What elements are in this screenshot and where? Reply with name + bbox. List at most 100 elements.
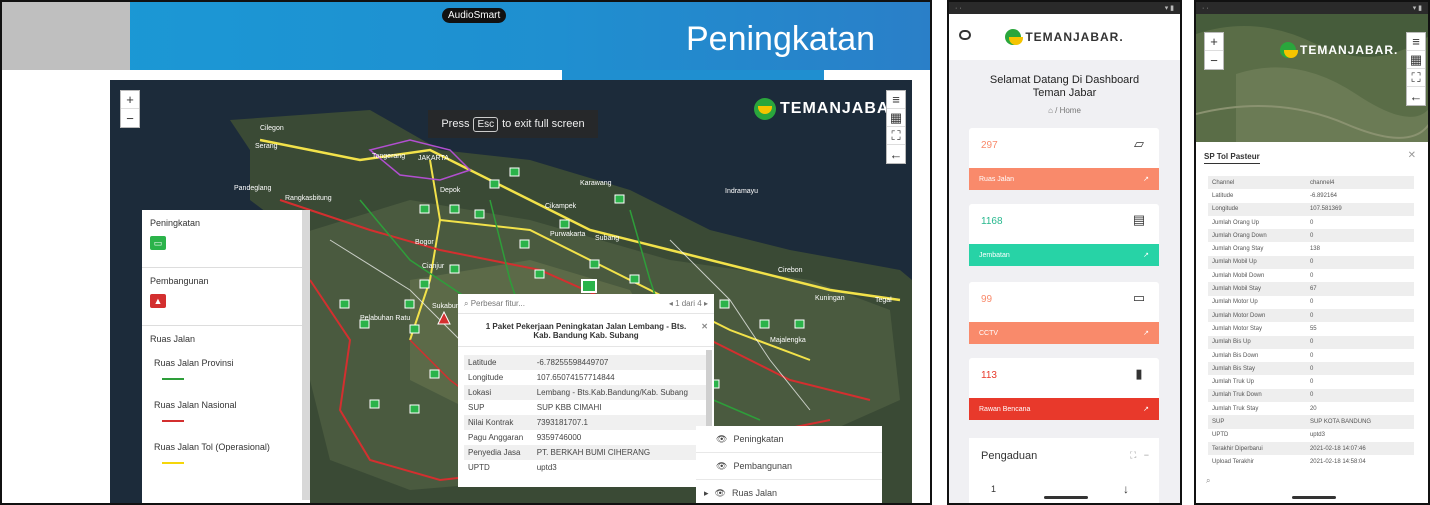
close-icon[interactable]: ✕ [701, 322, 708, 331]
video-icon: ▭ [1132, 290, 1146, 305]
svg-text:Indramayu: Indramayu [725, 188, 758, 195]
svg-text:Karawang: Karawang [580, 180, 612, 187]
zoom-in-button[interactable]: + [1205, 33, 1223, 51]
svg-text:Cirebon: Cirebon [778, 267, 803, 274]
legend-road-nasional: Ruas Jalan Nasional [150, 394, 302, 422]
table-row: UPTD uptd3 [464, 460, 706, 475]
brand-logo-icon [1280, 42, 1298, 58]
download-icon[interactable]: ↓ [1123, 482, 1129, 496]
stat-card-cctv[interactable]: 99 ▭ CCTV ↗ [969, 282, 1159, 344]
back-arrow-icon[interactable]: ← [887, 145, 905, 163]
close-icon[interactable]: ✕ [1408, 150, 1416, 161]
home-icon[interactable]: ⌂ [1048, 106, 1053, 115]
back-arrow-icon[interactable]: ← [1407, 87, 1425, 105]
row-key: SUP [1208, 415, 1306, 429]
map-icon[interactable]: ▦ [887, 109, 905, 127]
layer-item-peningkatan[interactable]: 👁 Peningkatan [696, 426, 882, 453]
brand-logo-icon [754, 98, 776, 120]
table-row: Jumlah Truk Stay 20 [1208, 402, 1414, 415]
zoom-out-button[interactable]: − [121, 109, 139, 127]
row-value: 0 [1305, 388, 1414, 403]
list-icon[interactable]: ≡ [1407, 33, 1425, 51]
row-key: Jumlah Motor Down [1208, 308, 1306, 323]
stat-band: Ruas Jalan ↗ [969, 168, 1159, 190]
row-value: 9359746000 [536, 433, 582, 442]
detail-map-view[interactable]: + − TEMANJABAR. ≡ ▦ ⛶ ← [1196, 14, 1428, 142]
mobile-detail-panel: · · ▾ ▮ + − TEMANJABAR. ≡ ▦ ⛶ ← SP Tol Pa… [1194, 0, 1430, 505]
breadcrumb-home[interactable]: Home [1060, 106, 1081, 115]
row-key: Penyedia Jasa [464, 445, 533, 460]
svg-text:Bogor: Bogor [415, 239, 434, 246]
detail-map-toolbar: ≡ ▦ ⛶ ← [1406, 32, 1426, 106]
mobile-dashboard-panel: · · ▾ ▮ TEMANJABAR. Selamat Datang Di Das… [947, 0, 1182, 505]
popup-search-placeholder: Perbesar fitur... [470, 298, 525, 308]
zoom-out-button[interactable]: − [1205, 51, 1223, 69]
map-zoom-controls: + − [120, 90, 140, 128]
row-value: 107.65074157714844 [536, 373, 615, 382]
svg-text:Cianjur: Cianjur [422, 263, 445, 270]
row-value: 2021-02-18 14:58:04 [1309, 458, 1366, 465]
table-row: Channel channel4 [1208, 176, 1414, 190]
svg-text:Tangerang: Tangerang [372, 153, 405, 160]
table-row: SUP SUP KBB CIMAHI [464, 400, 706, 415]
layer-item-ruas-jalan[interactable]: ▸ 👁 Ruas Jalan [696, 480, 882, 503]
map-brand-logo: TEMANJABAR. [754, 98, 907, 120]
eye-icon: 👁 [716, 433, 728, 444]
table-row: Pagu Anggaran 9359746000 [464, 430, 706, 445]
pengaduan-title: Pengaduan [981, 450, 1038, 462]
notice-press: Press [441, 118, 470, 130]
row-value: 0 [1305, 335, 1414, 349]
home-indicator[interactable] [1292, 496, 1336, 499]
table-row: Jumlah Orang Up 0 [1208, 216, 1414, 229]
stat-label: Rawan Bencana [979, 405, 1031, 413]
legend-panel: Peningkatan ▭ Pembangunan ▲ Ruas Jalan R… [142, 210, 310, 503]
row-key: Jumlah Bis Up [1208, 335, 1306, 349]
map-view[interactable]: Cilegon Serang Tangerang JAKARTA Pandeglang… [110, 80, 912, 503]
legend-title-ruas-jalan: Ruas Jalan [150, 334, 196, 344]
status-right-icons: ▾ ▮ [1412, 5, 1422, 12]
row-value: 7393181707.1 [532, 415, 706, 430]
table-row: Penyedia Jasa PT. BERKAH BUMI CIHERANG [464, 445, 706, 460]
legend-title-pembangunan: Pembangunan [150, 276, 209, 286]
list-icon[interactable]: ≡ [887, 91, 905, 109]
row-value: 0 [1305, 229, 1414, 243]
stat-card-ruas-jalan[interactable]: 297 ▱ Ruas Jalan ↗ [969, 128, 1159, 190]
popup-pager[interactable]: ◂ 1 dari 4 ▸ [669, 299, 708, 308]
dashboard-brand: TEMANJABAR. [1005, 29, 1123, 45]
zoom-search-icon[interactable]: ⌕ [1206, 476, 1210, 486]
trend-icon: ↗ [1143, 406, 1149, 413]
svg-text:Kuningan: Kuningan [815, 295, 845, 302]
popup-search[interactable]: ⌕ Perbesar fitur... [464, 299, 525, 309]
map-icon[interactable]: ▦ [1407, 51, 1425, 69]
row-value: 0 [1309, 352, 1314, 359]
legend-scrollbar[interactable] [302, 210, 310, 500]
home-indicator[interactable] [1044, 496, 1088, 499]
slide-gray-block [2, 2, 130, 70]
breadcrumb: ⌂ / Home [1048, 106, 1081, 115]
legend-road-label: Ruas Jalan Tol (Operasional) [154, 442, 270, 452]
map-toolbar: ≡ ▦ ⛶ ← [886, 90, 906, 164]
layer-item-pembangunan[interactable]: 👁 Pembangunan [696, 453, 882, 480]
stat-card-rawan-bencana[interactable]: 113 ▮ Rawan Bencana ↗ [969, 358, 1159, 420]
row-key: Jumlah Truk Stay [1212, 405, 1259, 412]
row-key: Longitude [1208, 202, 1306, 216]
fullscreen-icon[interactable]: ⛶ [1407, 69, 1425, 87]
layer-list: 👁 Peningkatan 👁 Pembangunan ▸ 👁 Ruas Jalan [696, 426, 882, 503]
stat-band: CCTV ↗ [969, 322, 1159, 344]
fullscreen-notice: Press Esc to exit full screen [428, 110, 598, 138]
legend-section-pembangunan: Pembangunan ▲ [142, 268, 310, 326]
table-row: Jumlah Mobil Up 0 [1208, 255, 1414, 270]
road-upgrade-icon: ▭ [150, 236, 166, 250]
zoom-in-button[interactable]: + [121, 91, 139, 109]
expand-minimize-icons[interactable]: ⛶ − [1130, 450, 1149, 461]
row-value: 0 [1305, 362, 1414, 376]
eye-icon: 👁 [714, 487, 726, 498]
trend-icon: ↗ [1143, 176, 1149, 183]
fullscreen-icon[interactable]: ⛶ [887, 127, 905, 145]
row-value: uptd3 [1309, 432, 1325, 439]
phone-status-bar: · · ▾ ▮ [1196, 2, 1428, 14]
stat-card-jembatan[interactable]: 1168 ▤ Jembatan ↗ [969, 204, 1159, 266]
legend-road-label: Ruas Jalan Provinsi [154, 358, 234, 368]
row-key: Jumlah Mobil Up [1208, 255, 1306, 270]
sidebar-toggle-icon[interactable] [959, 30, 971, 40]
